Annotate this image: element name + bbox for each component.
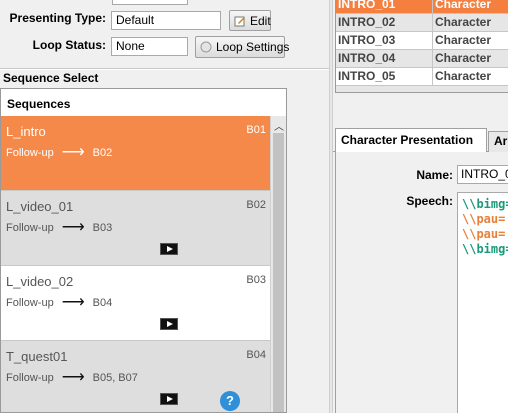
edit-button[interactable]: Edit: [229, 10, 271, 31]
sequence-name: T_quest01: [6, 349, 68, 364]
scrollbar-thumb[interactable]: [273, 133, 284, 412]
play-icon[interactable]: [160, 243, 178, 255]
loop-settings-icon: [200, 41, 212, 53]
table-row[interactable]: INTRO_05 Character: [336, 68, 508, 86]
follow-up-label: Follow-up: [6, 297, 54, 309]
character-table: INTRO_01 Character INTRO_02 Character IN…: [335, 0, 508, 92]
sequence-name: L_intro: [6, 124, 46, 139]
follow-up-target: B03: [92, 222, 113, 234]
follow-up-target: B05, B07: [92, 372, 138, 384]
left-panel: Presenting Type: Default Edit Loop Statu…: [0, 0, 329, 413]
speech-line: \\pau=: [462, 212, 506, 226]
table-cell-id: INTRO_01: [336, 0, 433, 14]
sequence-code: B04: [246, 349, 266, 361]
tab-content: Name: INTRO_01 Speech: \\bimg= \\pau= \\…: [335, 152, 508, 413]
table-cell-id: INTRO_02: [336, 14, 433, 32]
play-icon[interactable]: [160, 393, 178, 405]
sequence-name: L_video_02: [6, 274, 74, 289]
table-bottom-border: [335, 92, 508, 93]
speech-editor[interactable]: \\bimg= \\pau= \\pau= \\bimg=: [457, 192, 508, 413]
sequence-item-l-video-02[interactable]: L_video_02 B03 Follow-up ⟶ B04: [1, 266, 270, 341]
sequences-scrollbar[interactable]: ︿: [270, 116, 286, 412]
speech-line: \\pau=: [462, 227, 506, 241]
scroll-up-icon[interactable]: ︿: [274, 118, 284, 133]
edit-icon: [234, 15, 246, 27]
speech-label: Speech:: [406, 194, 453, 208]
table-cell-id: INTRO_05: [336, 68, 433, 86]
table-cell-id: INTRO_04: [336, 50, 433, 68]
sequence-name: L_video_01: [6, 199, 74, 214]
divider-light: [0, 69, 329, 70]
table-cell-type: Character: [433, 32, 508, 50]
sequence-item-t-quest01[interactable]: T_quest01 B04 Follow-up ⟶ B05, B07 ?: [1, 341, 270, 412]
table-cell-type: Character: [433, 0, 508, 14]
loop-status-label: Loop Status:: [32, 38, 106, 52]
presenting-type-field[interactable]: Default: [111, 11, 221, 30]
table-row[interactable]: INTRO_04 Character: [336, 50, 508, 68]
table-cell-type: Character: [433, 68, 508, 86]
sequence-items: L_intro B01 Follow-up ⟶ B02 L_video_01 B…: [1, 116, 270, 412]
table-cell-type: Character: [433, 50, 508, 68]
sequence-item-l-intro[interactable]: L_intro B01 Follow-up ⟶ B02: [1, 116, 270, 191]
table-cell-type: Character: [433, 14, 508, 32]
loop-settings-label: Loop Settings: [216, 40, 290, 54]
sequence-code: B02: [246, 199, 266, 211]
name-label: Name:: [416, 168, 453, 182]
table-row[interactable]: INTRO_01 Character: [336, 0, 508, 14]
right-arrow-icon: ⟶: [61, 294, 85, 311]
tab-next[interactable]: Ar: [488, 131, 508, 152]
loop-settings-button[interactable]: Loop Settings: [195, 36, 289, 58]
loop-status-field[interactable]: None: [111, 37, 188, 56]
sequence-follow-up: Follow-up ⟶ B03: [6, 219, 113, 236]
sequence-select-title: Sequence Select: [3, 71, 99, 85]
play-icon[interactable]: [160, 318, 178, 330]
sequence-follow-up: Follow-up ⟶ B04: [6, 294, 113, 311]
sequence-code: B01: [246, 124, 266, 136]
help-icon[interactable]: ?: [220, 391, 240, 411]
right-panel: INTRO_01 Character INTRO_02 Character IN…: [333, 0, 508, 413]
follow-up-target: B02: [92, 147, 113, 159]
presenting-type-label: Presenting Type:: [9, 11, 106, 25]
sequence-item-l-video-01[interactable]: L_video_01 B02 Follow-up ⟶ B03: [1, 191, 270, 266]
table-cell-id: INTRO_03: [336, 32, 433, 50]
sequences-list: Sequences L_intro B01 Follow-up ⟶ B02 L_…: [0, 88, 287, 413]
sequence-code: B03: [246, 274, 266, 286]
right-arrow-icon: ⟶: [61, 219, 85, 236]
table-row[interactable]: INTRO_02 Character: [336, 14, 508, 32]
name-field[interactable]: INTRO_01: [457, 165, 508, 184]
right-arrow-icon: ⟶: [61, 144, 85, 161]
tab-bar: Character Presentation Ar: [333, 128, 508, 153]
follow-up-label: Follow-up: [6, 222, 54, 234]
tab-character-presentation[interactable]: Character Presentation: [335, 128, 487, 153]
follow-up-label: Follow-up: [6, 372, 54, 384]
sequence-follow-up: Follow-up ⟶ B05, B07: [6, 369, 138, 386]
speech-line: \\bimg=: [462, 242, 508, 256]
follow-up-target: B04: [92, 297, 113, 309]
edit-button-label: Edit: [250, 13, 271, 28]
right-arrow-icon: ⟶: [61, 369, 85, 386]
clipped-top-field[interactable]: [112, 0, 188, 5]
speech-line: \\bimg=: [462, 197, 508, 211]
follow-up-label: Follow-up: [6, 147, 54, 159]
sequences-header: Sequences: [7, 97, 71, 111]
table-row[interactable]: INTRO_03 Character: [336, 32, 508, 50]
sequence-follow-up: Follow-up ⟶ B02: [6, 144, 113, 161]
